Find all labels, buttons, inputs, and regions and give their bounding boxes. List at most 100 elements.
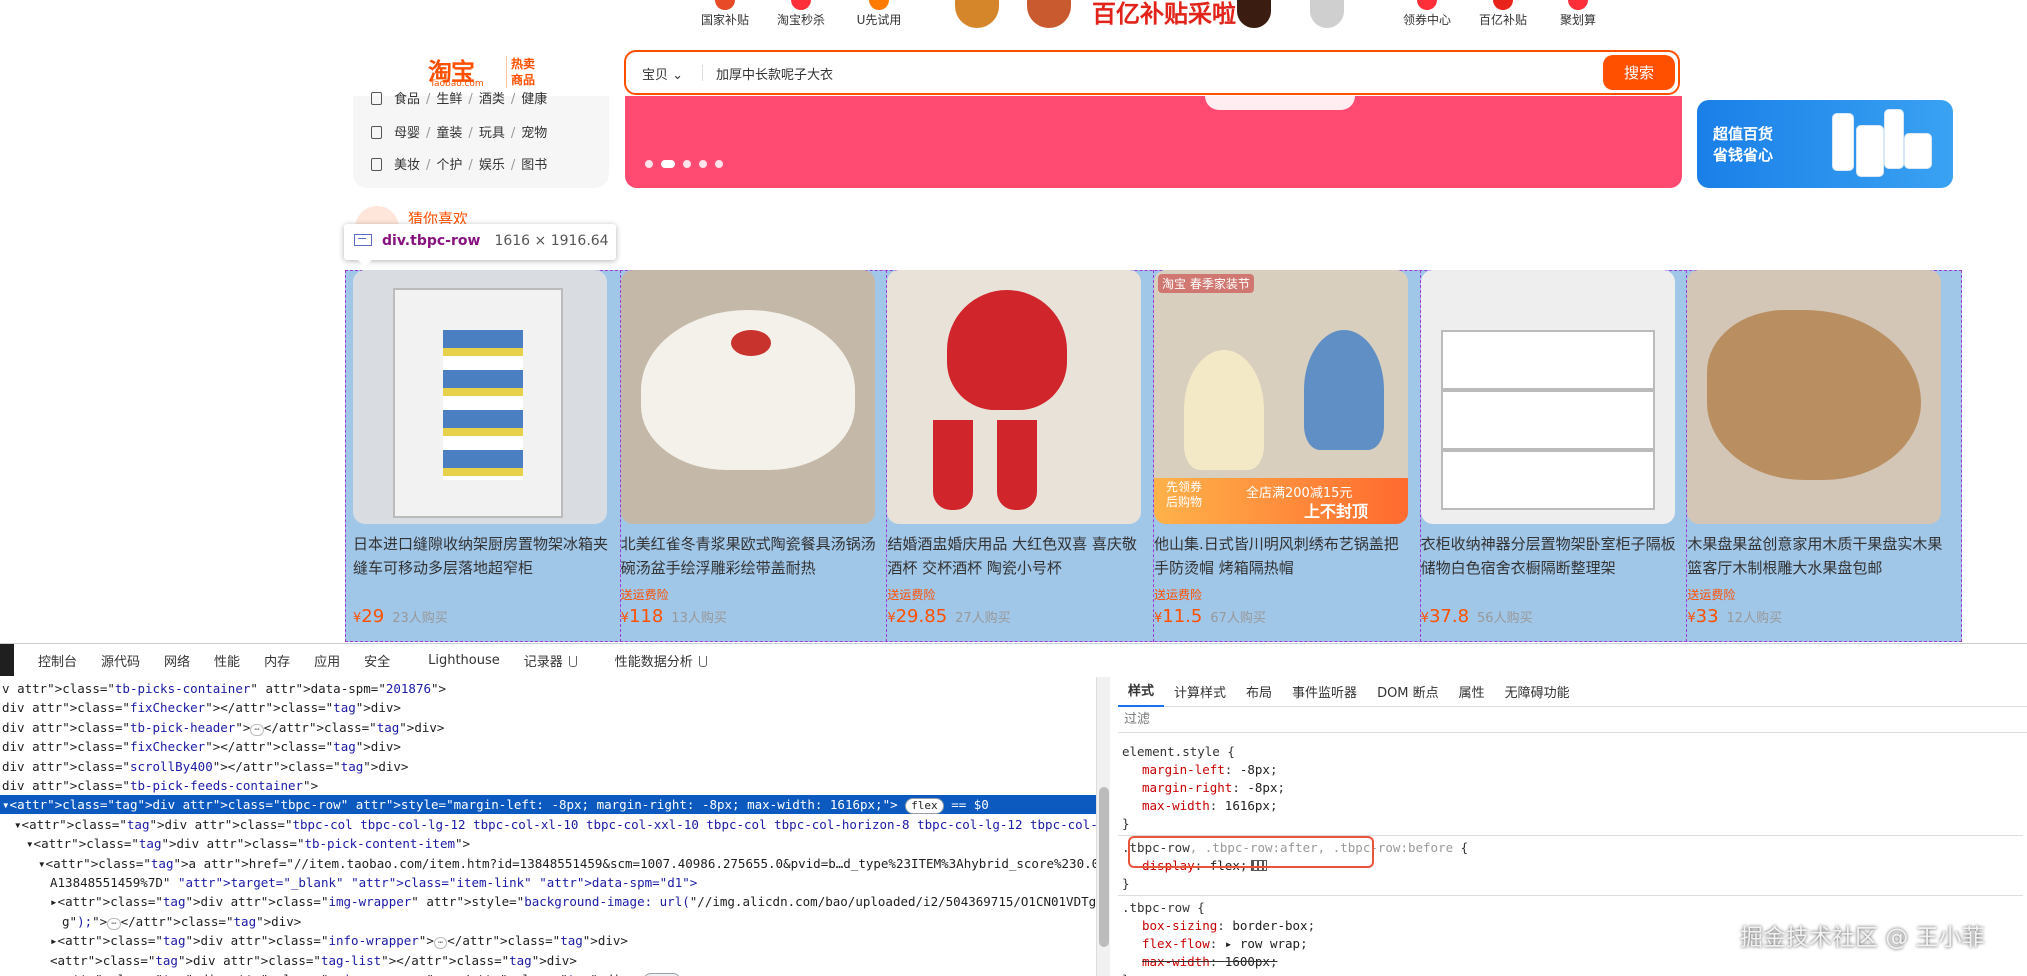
css-selector[interactable]: .tbpc-row { bbox=[1122, 899, 1205, 917]
product-card[interactable]: 北美红雀冬青浆果欧式陶瓷餐具汤锅汤碗汤盆手绘浮雕彩绘带盖耐热 送运费险 ¥118 13… bbox=[619, 270, 886, 642]
taobao-logo[interactable]: 淘宝 Taobao.com 热卖商品 bbox=[428, 52, 538, 92]
devtools-tab[interactable]: Lighthouse bbox=[416, 653, 512, 668]
selected-dom-node[interactable]: ▾<attr">class="tag">div attr">class="tbp… bbox=[0, 795, 1096, 815]
styles-filter-input[interactable]: 过滤 bbox=[1118, 707, 2027, 733]
quick-nav-item[interactable]: U先试用 bbox=[834, 0, 924, 27]
dom-node[interactable]: ▾<attr">class="tag">div attr">class="tb-… bbox=[0, 834, 470, 853]
devtools-tab[interactable]: 源代码 bbox=[89, 651, 152, 670]
product-image[interactable] bbox=[1687, 270, 1942, 524]
dom-node[interactable]: div attr">class="fixChecker"></attr">cla… bbox=[0, 698, 401, 717]
product-title[interactable]: 他山集.日式皆川明风刺绣布艺锅盖把手防烫帽 烤箱隔热帽 bbox=[1154, 532, 1412, 580]
product-card[interactable]: 结婚酒盅婚庆用品 大红色双喜 喜庆敬酒杯 交杯酒杯 陶瓷小号杯 送运费险 ¥29.8… bbox=[886, 270, 1152, 642]
scrollbar-thumb[interactable] bbox=[1099, 787, 1109, 947]
product-title[interactable]: 北美红雀冬青浆果欧式陶瓷餐具汤锅汤碗汤盆手绘浮雕彩绘带盖耐热 bbox=[621, 532, 879, 580]
category-link[interactable]: 娱乐 bbox=[479, 158, 505, 173]
category-link[interactable]: 酒类 bbox=[479, 92, 505, 107]
devtools-tab[interactable]: 内存 bbox=[252, 651, 302, 670]
css-declaration[interactable]: margin-right: -8px; bbox=[1122, 779, 1285, 797]
banner-dot[interactable] bbox=[645, 160, 653, 168]
product-price: ¥11.5 67人购买 bbox=[1154, 606, 1266, 627]
product-title[interactable]: 日本进口缝隙收纳架厨房置物架冰箱夹缝车可移动多层落地超窄柜 bbox=[353, 532, 611, 580]
promo-text[interactable]: 百亿补贴采啦 bbox=[1092, 0, 1236, 29]
styles-tab[interactable]: 布局 bbox=[1236, 682, 1282, 701]
styles-tab[interactable]: 计算样式 bbox=[1164, 682, 1236, 701]
product-row: 日本进口缝隙收纳架厨房置物架冰箱夹缝车可移动多层落地超窄柜 ¥29 23人购买 北美红… bbox=[353, 270, 1953, 642]
product-image[interactable] bbox=[620, 270, 875, 524]
category-separator: / bbox=[468, 126, 473, 141]
dom-node[interactable]: ▸<attr">class="tag">div attr">class="inf… bbox=[0, 931, 628, 950]
product-image-detail bbox=[1184, 350, 1264, 470]
price-value: 11.5 bbox=[1162, 606, 1203, 627]
banner-dot[interactable] bbox=[715, 160, 723, 168]
css-brace: } bbox=[1122, 876, 1130, 891]
category-link[interactable]: 玩具 bbox=[479, 126, 505, 141]
styles-tabs: 样式 计算样式 布局 事件监听器 DOM 断点 属性 无障碍功能 bbox=[1118, 677, 2027, 707]
banner-dot[interactable] bbox=[661, 160, 675, 168]
product-card[interactable]: 衣柜收纳神器分层置物架卧室柜子隔板储物白色宿舍衣橱隔断整理架 ¥37.8 56人购买 bbox=[1419, 270, 1686, 642]
category-link[interactable]: 童装 bbox=[436, 126, 462, 141]
hero-banner[interactable] bbox=[625, 96, 1682, 188]
dom-node[interactable]: div attr">class="fixChecker"></attr">cla… bbox=[0, 737, 401, 756]
dom-node[interactable]: g");"> ⋯ </attr">class="tag">div> bbox=[0, 912, 301, 931]
styles-tab[interactable]: 属性 bbox=[1449, 682, 1495, 701]
elements-scrollbar[interactable] bbox=[1096, 677, 1110, 976]
category-link[interactable]: 母婴 bbox=[394, 126, 420, 141]
category-link[interactable]: 宠物 bbox=[521, 126, 547, 141]
css-declaration[interactable]: max-width: 1616px; bbox=[1122, 797, 1277, 815]
quick-nav-icon bbox=[869, 0, 889, 10]
styles-tab[interactable]: 无障碍功能 bbox=[1495, 682, 1580, 701]
product-image[interactable]: 淘宝 春季家装节 先领券 后购物 全店满200减15元 上不封顶 bbox=[1154, 270, 1408, 524]
dom-node[interactable]: div attr">class="tb-pick-feeds-container… bbox=[0, 776, 318, 795]
category-link[interactable]: 食品 bbox=[394, 92, 420, 107]
category-link[interactable]: 图书 bbox=[521, 158, 547, 173]
devtools-tab[interactable]: 性能 bbox=[202, 651, 252, 670]
banner-dot[interactable] bbox=[699, 160, 707, 168]
search-button[interactable]: 搜索 bbox=[1603, 55, 1675, 90]
product-card[interactable]: 日本进口缝隙收纳架厨房置物架冰箱夹缝车可移动多层落地超窄柜 ¥29 23人购买 bbox=[353, 270, 619, 642]
category-link[interactable]: 美妆 bbox=[394, 158, 420, 173]
product-card[interactable]: 木果盘果盆创意家用木质干果盘实木果篮客厅木制根雕大水果盘包邮 送运费险 ¥33 12人… bbox=[1686, 270, 1952, 642]
shipping-tag: 送运费险 bbox=[1154, 588, 1203, 602]
category-link[interactable]: 生鲜 bbox=[436, 92, 462, 107]
devtools-tab[interactable]: 记录器 bbox=[512, 651, 589, 670]
banner-dot[interactable] bbox=[683, 160, 691, 168]
dom-node[interactable]: <attr">class="tag">div attr">class="tag-… bbox=[0, 951, 577, 970]
dom-node[interactable]: ▾<attr">class="tag">div attr">class="tbp… bbox=[0, 815, 1096, 834]
dom-node[interactable]: ▸<attr">class="tag">div attr">class="img… bbox=[0, 892, 1096, 911]
dom-node[interactable]: ▾<attr">class="tag">a attr">href="//item… bbox=[0, 854, 1096, 873]
product-image[interactable] bbox=[353, 270, 607, 524]
dom-node[interactable]: ▸<attr">class="tag">div attr">class="pri… bbox=[0, 970, 682, 976]
category-link[interactable]: 健康 bbox=[521, 92, 547, 107]
product-image[interactable] bbox=[887, 270, 1142, 524]
devtools-tab[interactable]: 安全 bbox=[352, 651, 402, 670]
css-declaration[interactable]: flex-flow: ▸ row wrap; bbox=[1122, 935, 1308, 953]
search-input[interactable] bbox=[716, 60, 1536, 86]
product-title[interactable]: 衣柜收纳神器分层置物架卧室柜子隔板储物白色宿舍衣橱隔断整理架 bbox=[1421, 532, 1679, 580]
currency-symbol: ¥ bbox=[887, 611, 896, 626]
styles-tab[interactable]: 事件监听器 bbox=[1282, 682, 1367, 701]
dom-node[interactable]: A13848551459%7D" "attr">target="_blank" … bbox=[0, 873, 697, 892]
product-image[interactable] bbox=[1420, 270, 1675, 524]
devtools-tab[interactable]: 应用 bbox=[302, 651, 352, 670]
quick-nav-item[interactable]: 淘宝秒杀 bbox=[756, 0, 846, 27]
search-category-select[interactable]: 宝贝 ⌄ bbox=[642, 64, 683, 83]
inspect-cursor-icon[interactable] bbox=[0, 644, 14, 676]
devtools-tab[interactable]: 性能数据分析 bbox=[603, 651, 719, 670]
dom-node[interactable]: v attr">class="tb-picks-container" attr"… bbox=[0, 679, 446, 698]
devtools-tab[interactable]: 网络 bbox=[152, 651, 202, 670]
css-declaration[interactable]: max-width: 1600px; bbox=[1122, 953, 1277, 971]
dom-node[interactable]: div attr">class="tb-pick-header"> ⋯ </attr… bbox=[0, 718, 444, 737]
quick-nav-item[interactable]: 聚划算 bbox=[1533, 0, 1623, 27]
css-selector[interactable]: element.style { bbox=[1122, 743, 1235, 761]
side-ad[interactable]: 超值百货 省钱省心 bbox=[1697, 100, 1953, 188]
css-declaration[interactable]: margin-left: -8px; bbox=[1122, 761, 1278, 779]
product-title[interactable]: 木果盘果盆创意家用木质干果盘实木果篮客厅木制根雕大水果盘包邮 bbox=[1687, 532, 1945, 580]
styles-tab[interactable]: 样式 bbox=[1118, 677, 1165, 707]
devtools-tab[interactable]: 控制台 bbox=[26, 651, 89, 670]
dom-node[interactable]: div attr">class="scrollBy400"></attr">cl… bbox=[0, 757, 408, 776]
product-title[interactable]: 结婚酒盅婚庆用品 大红色双喜 喜庆敬酒杯 交杯酒杯 陶瓷小号杯 bbox=[887, 532, 1145, 580]
styles-tab[interactable]: DOM 断点 bbox=[1367, 682, 1449, 701]
css-declaration[interactable]: box-sizing: border-box; bbox=[1122, 917, 1315, 935]
category-link[interactable]: 个护 bbox=[436, 158, 462, 173]
product-card[interactable]: 淘宝 春季家装节 先领券 后购物 全店满200减15元 上不封顶他山集.日式皆川明风刺… bbox=[1153, 270, 1419, 642]
